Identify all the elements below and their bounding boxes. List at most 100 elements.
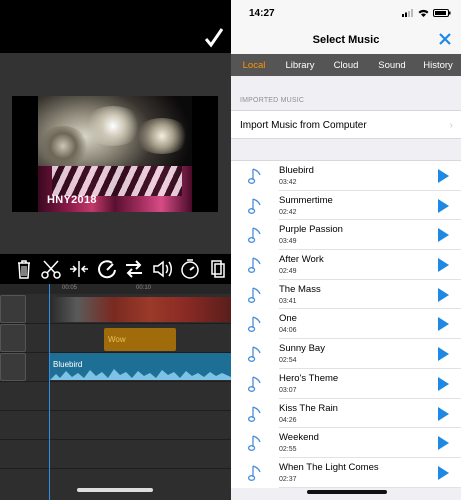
trash-icon[interactable] (10, 257, 38, 281)
song-title: Sunny Bay (279, 343, 325, 355)
play-icon[interactable] (437, 406, 449, 421)
song-list: Bluebird 03:42 Summertime 02:42 Purple Passi… (231, 160, 461, 488)
song-row[interactable]: One 04:06 (231, 309, 461, 340)
speed-icon[interactable] (93, 257, 121, 281)
empty-track (0, 411, 231, 440)
nav-bar: Select Music (231, 24, 461, 54)
row-divider (279, 486, 461, 488)
wifi-icon (418, 9, 429, 17)
song-row[interactable]: Hero's Theme 03:07 (231, 369, 461, 399)
ruler-label: 00:05 (62, 285, 78, 291)
import-music-row[interactable]: Import Music from Computer › (231, 110, 461, 139)
tab-cloud[interactable]: Cloud (323, 54, 369, 76)
ruler-label: 00:10 (136, 285, 152, 291)
text-track-icon[interactable] (0, 324, 26, 352)
video-clip[interactable] (50, 297, 231, 322)
play-icon[interactable] (437, 169, 449, 183)
section-header: IMPORTED MUSIC (240, 97, 305, 104)
music-note-icon (248, 227, 261, 244)
song-title: When The Light Comes (279, 461, 379, 473)
timeline[interactable]: 00:05 00:10 Wow Bluebird (0, 284, 231, 500)
song-duration: 03:07 (279, 386, 297, 394)
volume-icon[interactable] (148, 257, 176, 281)
duplicate-icon[interactable] (203, 257, 231, 281)
empty-track (0, 382, 231, 411)
scissors-icon[interactable] (38, 257, 66, 281)
song-row[interactable]: Kiss The Rain 04:26 (231, 399, 461, 429)
song-title: Summertime (279, 194, 333, 206)
play-icon[interactable] (437, 258, 449, 273)
music-note-icon (248, 465, 261, 481)
song-row[interactable]: The Mass 03:41 (231, 280, 461, 310)
battery-icon (433, 9, 451, 17)
page-title: Select Music (312, 34, 380, 46)
song-duration: 04:26 (279, 416, 297, 424)
song-row[interactable]: Weekend 02:55 (231, 428, 461, 458)
song-title: One (279, 313, 297, 325)
video-editor: HNY2018 00:05 00:10 Wow Bluebird (0, 0, 231, 500)
app-root: HNY2018 00:05 00:10 Wow Bluebird 14:27 S… (0, 0, 461, 500)
home-indicator (77, 488, 153, 492)
song-row[interactable]: Sunny Bay 02:54 (231, 339, 461, 369)
video-track (0, 295, 231, 324)
play-icon[interactable] (437, 198, 449, 213)
music-track-icon[interactable] (0, 353, 26, 381)
song-title: Purple Passion (279, 224, 343, 236)
chevron-right-icon: › (449, 120, 453, 131)
song-duration: 02:49 (279, 268, 297, 276)
music-note-icon (248, 287, 261, 303)
close-icon[interactable] (439, 33, 451, 45)
home-indicator (307, 490, 387, 494)
song-row[interactable]: Bluebird 03:42 (231, 161, 461, 191)
tab-local[interactable]: Local (231, 54, 277, 76)
play-icon[interactable] (437, 317, 449, 332)
tab-history[interactable]: History (415, 54, 461, 76)
text-clip[interactable]: Wow (104, 328, 176, 351)
import-music-label: Import Music from Computer (240, 120, 367, 131)
play-icon[interactable] (437, 347, 449, 362)
select-music-panel: 14:27 Select Music Local Library Cloud S… (231, 0, 461, 500)
split-icon[interactable] (65, 257, 93, 281)
song-row[interactable]: When The Light Comes 02:37 (231, 458, 461, 488)
music-note-icon (248, 168, 261, 184)
editor-top-bar (0, 0, 231, 53)
checkmark-icon[interactable] (205, 28, 223, 48)
status-time: 14:27 (249, 8, 275, 19)
song-duration: 03:42 (279, 179, 297, 186)
song-row[interactable]: Purple Passion 03:49 (231, 220, 461, 251)
timer-icon[interactable] (176, 257, 204, 281)
music-track: Bluebird (0, 353, 231, 382)
music-clip[interactable]: Bluebird (50, 353, 231, 380)
music-note-icon (248, 435, 261, 452)
music-note-icon (248, 198, 261, 214)
empty-track (0, 440, 231, 469)
play-icon[interactable] (437, 376, 449, 391)
music-note-icon (248, 257, 261, 274)
text-track: Wow (0, 324, 231, 353)
tab-sound[interactable]: Sound (369, 54, 415, 76)
video-track-icon[interactable] (0, 295, 26, 323)
song-duration: 02:42 (279, 208, 297, 216)
song-duration: 04:06 (279, 327, 297, 335)
music-note-icon (248, 376, 261, 392)
preview-caption: HNY2018 (47, 194, 97, 206)
signal-icon (402, 9, 413, 17)
play-icon[interactable] (437, 228, 449, 243)
play-icon[interactable] (437, 287, 449, 302)
song-duration: 02:55 (279, 446, 297, 454)
song-row[interactable]: Summertime 02:42 (231, 191, 461, 221)
song-title: Bluebird (279, 165, 314, 176)
swap-icon[interactable] (121, 257, 149, 281)
song-row[interactable]: After Work 02:49 (231, 250, 461, 280)
tab-library[interactable]: Library (277, 54, 323, 76)
playhead[interactable] (49, 284, 50, 500)
music-note-icon (248, 405, 261, 422)
song-title: Kiss The Rain (279, 402, 338, 414)
timeline-ruler: 00:05 00:10 (0, 284, 231, 294)
play-icon[interactable] (437, 436, 449, 451)
song-title: The Mass (279, 283, 321, 295)
song-duration: 03:49 (279, 238, 297, 246)
source-tabs: Local Library Cloud Sound History (231, 54, 461, 76)
editor-toolbar (0, 254, 231, 284)
play-icon[interactable] (437, 465, 449, 480)
